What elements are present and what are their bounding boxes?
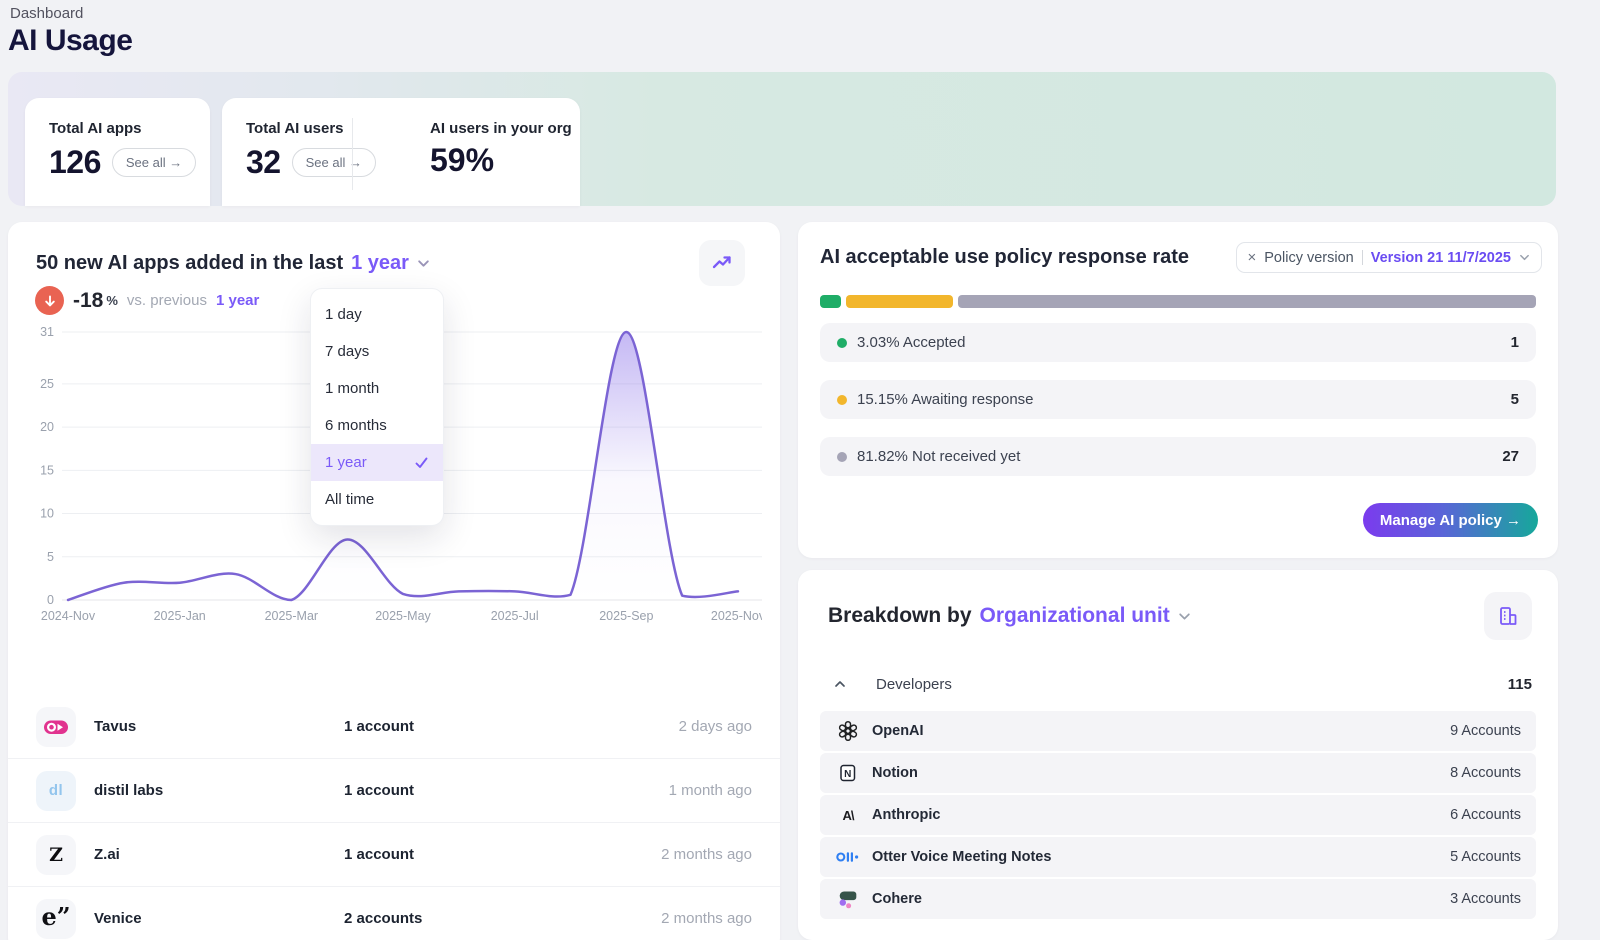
svg-text:2025-Jan: 2025-Jan <box>154 609 206 623</box>
svg-text:15: 15 <box>40 463 54 477</box>
trend-icon-box <box>699 240 745 286</box>
chart-title: 50 new AI apps added in the last 1 year <box>36 252 430 275</box>
policy-version-label: Policy version <box>1264 250 1353 266</box>
svg-text:0: 0 <box>47 593 54 607</box>
ai-usage-dashboard: Dashboard AI Usage Total AI apps 126 See… <box>0 0 1600 940</box>
recent-apps-list: Tavus 1 account 2 days ago dl distil lab… <box>8 695 780 940</box>
breakdown-title: Breakdown by Organizational unit <box>828 604 1191 628</box>
green-dot-icon <box>837 338 847 348</box>
period-dropdown: 1 day 7 days 1 month 6 months 1 year All… <box>310 288 444 526</box>
chart-title-text: 50 new AI apps added in the last <box>36 252 343 275</box>
cohere-icon <box>835 889 861 909</box>
svg-text:2025-May: 2025-May <box>375 609 431 623</box>
breakdown-card: Breakdown by Organizational unit Develop… <box>798 570 1558 940</box>
amber-dot-icon <box>837 395 847 405</box>
delta-unit: % <box>106 293 118 308</box>
tavus-icon <box>36 707 76 747</box>
segment-not-received <box>958 295 1536 308</box>
divider <box>352 118 353 190</box>
svg-text:5: 5 <box>47 550 54 564</box>
segment-accepted <box>820 295 841 308</box>
svg-text:25: 25 <box>40 377 54 391</box>
svg-text:2025-Sep: 2025-Sep <box>599 609 653 623</box>
dropdown-item-1-month[interactable]: 1 month <box>311 370 443 407</box>
dropdown-item-1-day[interactable]: 1 day <box>311 296 443 333</box>
delta-row: -18 % vs. previous 1 year <box>35 286 259 315</box>
dropdown-item-7-days[interactable]: 7 days <box>311 333 443 370</box>
vendor-row-openai[interactable]: OpenAI 9 Accounts <box>820 711 1536 751</box>
trending-up-icon <box>710 251 734 275</box>
total-ai-users-label: Total AI users <box>246 120 344 137</box>
svg-text:31: 31 <box>40 325 54 339</box>
delta-value: -18 <box>73 289 103 313</box>
chevron-down-icon[interactable] <box>417 257 430 270</box>
policy-response-card: AI acceptable use policy response rate ×… <box>798 222 1558 558</box>
openai-icon <box>835 720 861 742</box>
see-all-apps-button[interactable]: See all → <box>112 148 196 177</box>
manage-ai-policy-button[interactable]: Manage AI policy → <box>1363 503 1538 537</box>
policy-row-accepted: 3.03% Accepted 1 <box>820 323 1536 362</box>
delta-label: vs. previous <box>127 292 207 309</box>
policy-row-awaiting: 15.15% Awaiting response 5 <box>820 380 1536 419</box>
app-row-distil-labs[interactable]: dl distil labs 1 account 1 month ago <box>8 759 780 823</box>
svg-text:2025-Mar: 2025-Mar <box>265 609 319 623</box>
anthropic-icon: A\ <box>835 808 861 823</box>
total-ai-apps-card: Total AI apps 126 See all → <box>25 98 210 206</box>
vendor-list: OpenAI 9 Accounts N Notion 8 Accounts A\… <box>820 711 1536 919</box>
notion-icon: N <box>835 763 861 783</box>
gray-dot-icon <box>837 452 847 462</box>
breadcrumb[interactable]: Dashboard <box>10 5 83 22</box>
see-all-users-button[interactable]: See all → <box>292 148 376 177</box>
total-ai-apps-value: 126 <box>49 144 101 181</box>
venice-icon: e” <box>36 899 76 939</box>
app-row-venice[interactable]: e” Venice 2 accounts 2 months ago <box>8 887 780 940</box>
svg-text:N: N <box>844 769 851 780</box>
divider <box>1362 250 1363 265</box>
policy-row-not-received: 81.82% Not received yet 27 <box>820 437 1536 476</box>
ai-users-org-label: AI users in your org <box>430 120 572 137</box>
dropdown-item-1-year[interactable]: 1 year <box>311 444 443 481</box>
stats-banner: Total AI apps 126 See all → Total AI use… <box>8 72 1556 206</box>
svg-text:10: 10 <box>40 507 54 521</box>
org-view-toggle[interactable] <box>1484 592 1532 640</box>
vendor-row-otter[interactable]: Otter Voice Meeting Notes 5 Accounts <box>820 837 1536 877</box>
svg-text:2025-Nov: 2025-Nov <box>711 609 762 623</box>
vendor-row-cohere[interactable]: Cohere 3 Accounts <box>820 879 1536 919</box>
segment-awaiting <box>846 295 953 308</box>
total-ai-apps-label: Total AI apps <box>49 120 142 137</box>
arrow-down-circle-icon <box>35 286 64 315</box>
ai-users-org-value: 59% <box>430 142 494 179</box>
new-ai-apps-card: 50 new AI apps added in the last 1 year … <box>8 222 780 940</box>
dropdown-item-6-months[interactable]: 6 months <box>311 407 443 444</box>
period-selector[interactable]: 1 year <box>351 252 409 275</box>
building-icon <box>1496 604 1520 628</box>
check-icon <box>414 455 429 470</box>
policy-progress-bar <box>820 295 1536 308</box>
otter-icon <box>835 850 861 864</box>
chevron-down-icon <box>1519 252 1530 263</box>
svg-text:20: 20 <box>40 420 54 434</box>
vendor-row-notion[interactable]: N Notion 8 Accounts <box>820 753 1536 793</box>
delta-period: 1 year <box>216 292 259 309</box>
svg-text:2025-Jul: 2025-Jul <box>491 609 539 623</box>
policy-version-filter[interactable]: × Policy version Version 21 11/7/2025 <box>1236 242 1543 273</box>
group-row-developers[interactable]: Developers 115 <box>798 666 1558 702</box>
policy-card-title: AI acceptable use policy response rate <box>820 246 1189 269</box>
vendor-row-anthropic[interactable]: A\ Anthropic 6 Accounts <box>820 795 1536 835</box>
app-row-tavus[interactable]: Tavus 1 account 2 days ago <box>8 695 780 759</box>
total-ai-users-value: 32 <box>246 144 281 181</box>
policy-version-value: Version 21 11/7/2025 <box>1371 250 1511 266</box>
distil-labs-icon: dl <box>36 771 76 811</box>
dropdown-item-all-time[interactable]: All time <box>311 481 443 518</box>
app-row-zai[interactable]: Z Z.ai 1 account 2 months ago <box>8 823 780 887</box>
close-icon[interactable]: × <box>1248 249 1257 266</box>
breakdown-dimension-selector[interactable]: Organizational unit <box>980 604 1170 628</box>
total-ai-users-card: Total AI users 32 See all → AI users in … <box>222 98 580 206</box>
page-title: AI Usage <box>8 24 132 58</box>
svg-text:2024-Nov: 2024-Nov <box>41 609 96 623</box>
zai-icon: Z <box>36 835 76 875</box>
chevron-down-icon[interactable] <box>1178 610 1191 623</box>
chevron-up-icon[interactable] <box>832 676 848 692</box>
